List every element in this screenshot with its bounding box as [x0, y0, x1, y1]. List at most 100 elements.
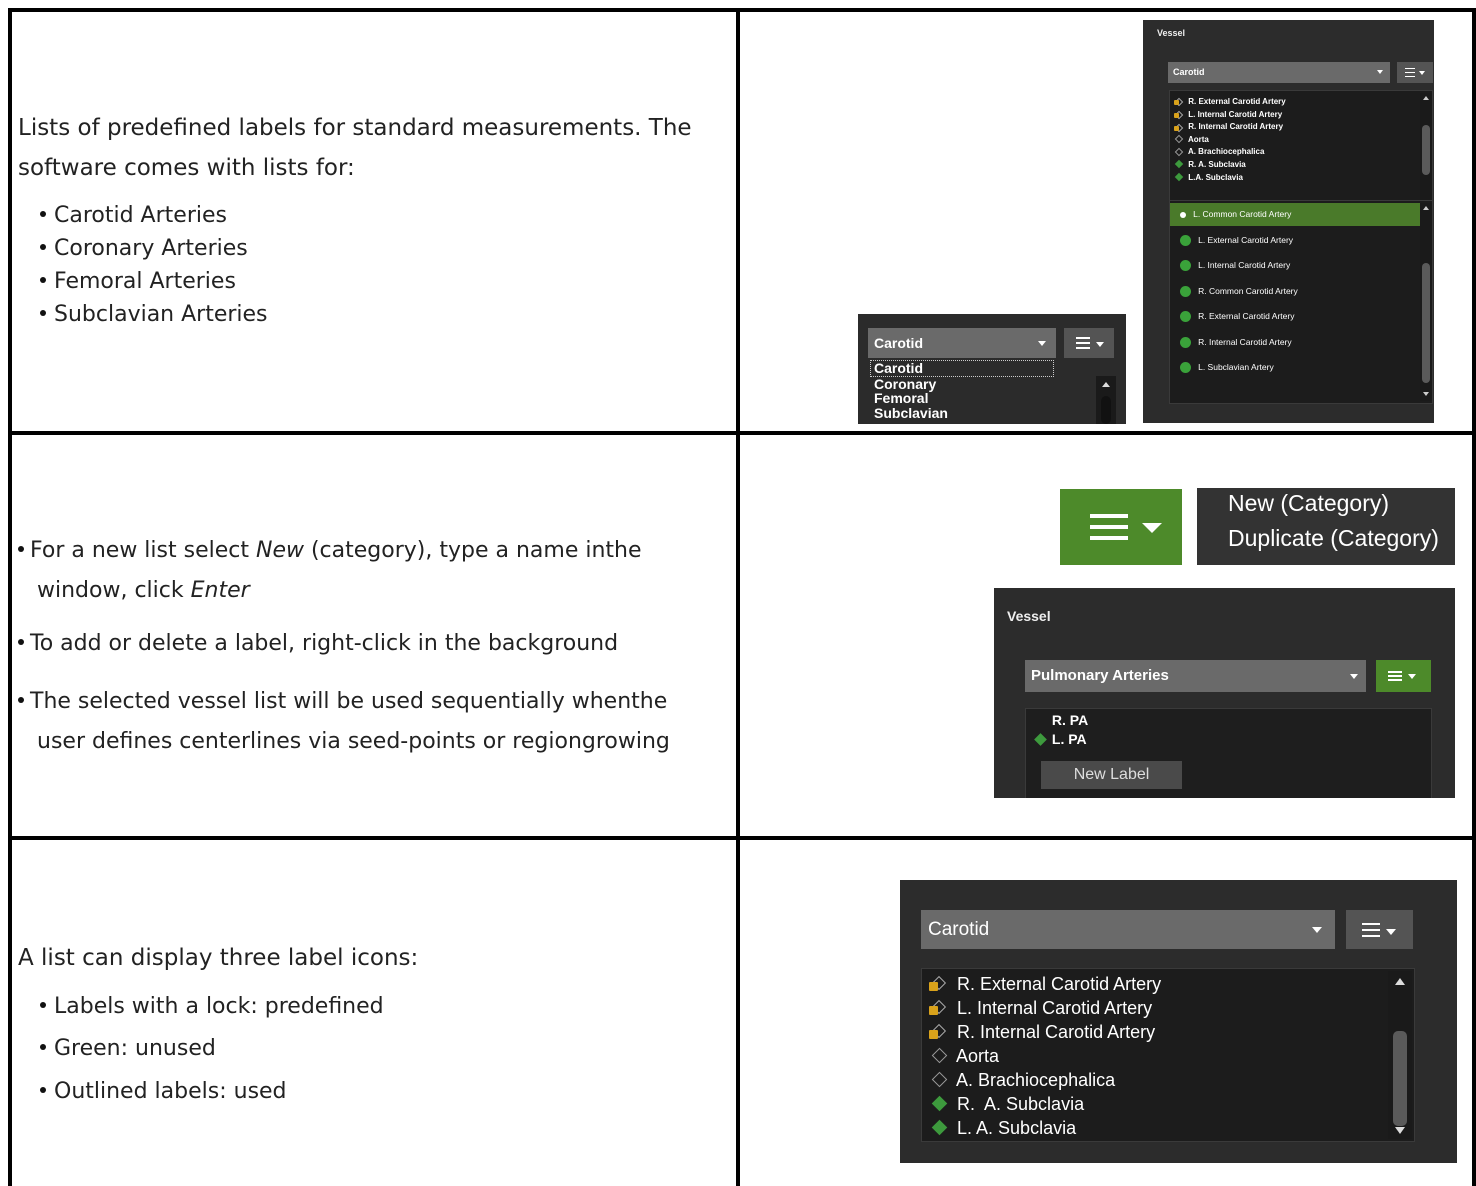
scroll-up-arrow-icon[interactable]	[1423, 206, 1429, 210]
scroll-down-arrow-icon[interactable]	[1423, 392, 1429, 396]
text: user defines centerlines via seed-points…	[37, 729, 670, 754]
label-text: R. PA	[1051, 712, 1089, 728]
scroll-up-arrow-icon[interactable]	[1395, 978, 1405, 985]
row1-bullet-4: Subclavian Arteries	[40, 302, 268, 327]
list-menu-button[interactable]	[1376, 660, 1431, 692]
label-text: L. A. Subclavia	[957, 1118, 1077, 1138]
centerline-text: L. Subclavian Artery	[1198, 362, 1274, 372]
label-item[interactable]: L.A. Subclavia	[1174, 172, 1286, 185]
menu-icon-bar	[1076, 347, 1090, 349]
label-item[interactable]: R. A. Subclavia	[1174, 159, 1286, 172]
new-label-button[interactable]: New Label	[1041, 761, 1182, 789]
scroll-up-arrow-icon[interactable]	[1423, 96, 1429, 100]
green-tag-icon	[1174, 160, 1186, 169]
dropdown-option[interactable]: Subclavian	[870, 405, 1054, 421]
label-item[interactable]: L. Internal Carotid Artery	[928, 996, 1161, 1020]
label-item[interactable]: L. Internal Carotid Artery	[1174, 109, 1286, 122]
label-row[interactable]: R. External Carotid Artery L. Internal C…	[1174, 96, 1286, 184]
row1-bullet-1: Carotid Arteries	[40, 203, 227, 228]
label-item[interactable]: Aorta	[928, 1044, 1161, 1068]
scroll-down-arrow-icon[interactable]	[1395, 1127, 1405, 1134]
bullet-text: Outlined labels: used	[54, 1079, 287, 1104]
menu-icon-bar	[1405, 76, 1415, 77]
label-list[interactable]: R. PA L. PA New Label	[1025, 708, 1432, 798]
list-menu-button[interactable]	[1397, 62, 1433, 83]
lock-tag-icon	[928, 1024, 952, 1041]
label-item[interactable]: L. A. Subclavia	[928, 1116, 1161, 1140]
chevron-down-icon	[1419, 71, 1425, 75]
category-dropdown-screenshot: Carotid Carotid Coronary Femoral Subclav…	[858, 314, 1126, 424]
centerline-text: R. Internal Carotid Artery	[1198, 336, 1292, 347]
menu-icon-bar	[1090, 525, 1128, 529]
centerline-list[interactable]: L. Common Carotid Artery L. External Car…	[1169, 200, 1433, 404]
label-icons-panel: Carotid R. External Carotid Artery L. In…	[900, 880, 1457, 1163]
dropdown-option[interactable]: Femoral	[870, 391, 1054, 406]
centerline-item[interactable]: L. Internal Carotid Artery	[1180, 252, 1298, 278]
category-select[interactable]: Carotid	[868, 328, 1056, 358]
scrollbar[interactable]	[1096, 376, 1116, 424]
label-item[interactable]: R. External Carotid Artery	[928, 972, 1161, 996]
label-item[interactable]: R. Internal Carotid Artery	[928, 1020, 1161, 1044]
bullet-text: Coronary Arteries	[54, 236, 248, 261]
lock-tag-icon	[928, 1000, 952, 1017]
label-item[interactable]: R. A. Subclavia	[928, 1092, 1161, 1116]
scrollbar-thumb[interactable]	[1422, 125, 1430, 175]
new-label-button-text: New Label	[1073, 766, 1150, 783]
centerline-item[interactable]: R. External Carotid Artery	[1180, 303, 1298, 329]
label-item[interactable]: R. External Carotid Artery	[1174, 96, 1286, 109]
centerline-item[interactable]: L. External Carotid Artery	[1180, 227, 1298, 253]
vessel-panel: Vessel Carotid R. External Carotid Arter…	[1143, 20, 1434, 423]
dropdown-option[interactable]: Coronary	[870, 376, 1054, 392]
text-em: New	[255, 538, 304, 563]
row1-bullet-2: Coronary Arteries	[40, 236, 248, 261]
scroll-up-arrow-icon[interactable]	[1102, 382, 1110, 387]
row2-bullet-2: To add or delete a label, right-click in…	[18, 624, 618, 664]
label-text: R. External Carotid Artery	[1188, 97, 1286, 106]
list-menu-button[interactable]	[1346, 910, 1413, 949]
scrollbar[interactable]	[1420, 203, 1432, 401]
row3-bullet-3: Outlined labels: used	[40, 1079, 287, 1104]
outline-tag-icon	[928, 1071, 952, 1089]
chevron-down-icon	[1142, 523, 1162, 533]
menu-icon-bar	[1388, 675, 1402, 677]
text: For a new list select	[30, 538, 256, 563]
list-menu-button-large[interactable]	[1060, 489, 1182, 565]
centerline-rows: L. Common Carotid Artery L. External Car…	[1180, 201, 1298, 380]
centerline-text: R. Common Carotid Artery	[1198, 285, 1298, 296]
table-border-right	[1472, 8, 1476, 1186]
lock-tag-icon	[1174, 97, 1186, 107]
outline-tag-icon	[1174, 147, 1186, 157]
scrollbar[interactable]	[1420, 93, 1432, 209]
table-border-top	[8, 8, 1476, 12]
bullet-text: Labels with a lock: predefined	[54, 994, 384, 1019]
dropdown-option[interactable]: Carotid	[870, 360, 1054, 377]
centerline-item[interactable]: L. Common Carotid Artery	[1180, 201, 1298, 227]
category-select[interactable]: Carotid	[1168, 62, 1390, 83]
menu-item-duplicate-category[interactable]: Duplicate (Category)	[1228, 525, 1439, 552]
scrollbar[interactable]	[1388, 971, 1412, 1139]
list-menu-button[interactable]	[1064, 328, 1114, 358]
scrollbar-thumb[interactable]	[1393, 1031, 1407, 1126]
scrollbar-thumb[interactable]	[1101, 396, 1111, 424]
label-text: Aorta	[1187, 134, 1209, 144]
category-select[interactable]: Carotid	[921, 910, 1335, 949]
label-item[interactable]: Aorta	[1174, 134, 1286, 147]
green-tag-icon	[928, 1095, 952, 1113]
centerline-item[interactable]: L. Subclavian Artery	[1180, 354, 1298, 380]
label-item[interactable]: L. PA	[1034, 730, 1087, 749]
label-text: A. Brachiocephalica	[1187, 147, 1265, 157]
label-item[interactable]: A. Brachiocephalica	[928, 1068, 1161, 1092]
panel-title: Vessel	[1007, 608, 1051, 624]
label-list[interactable]: R. External Carotid Artery L. Internal C…	[921, 968, 1415, 1142]
category-select[interactable]: Pulmonary Arteries	[1025, 660, 1366, 692]
centerline-item[interactable]: R. Internal Carotid Artery	[1180, 329, 1298, 355]
label-item[interactable]: R. Internal Carotid Artery	[1174, 121, 1286, 134]
label-item[interactable]: R. PA	[1034, 711, 1088, 730]
scrollbar-thumb[interactable]	[1422, 263, 1430, 383]
label-item[interactable]: A. Brachiocephalica	[1174, 146, 1286, 159]
label-text: Aorta	[956, 1046, 1000, 1066]
label-list[interactable]: R. External Carotid Artery L. Internal C…	[1169, 90, 1433, 212]
label-text: A. Brachiocephalica	[956, 1070, 1116, 1090]
centerline-item[interactable]: R. Common Carotid Artery	[1180, 278, 1298, 304]
menu-item-new-category[interactable]: New (Category)	[1228, 490, 1389, 517]
